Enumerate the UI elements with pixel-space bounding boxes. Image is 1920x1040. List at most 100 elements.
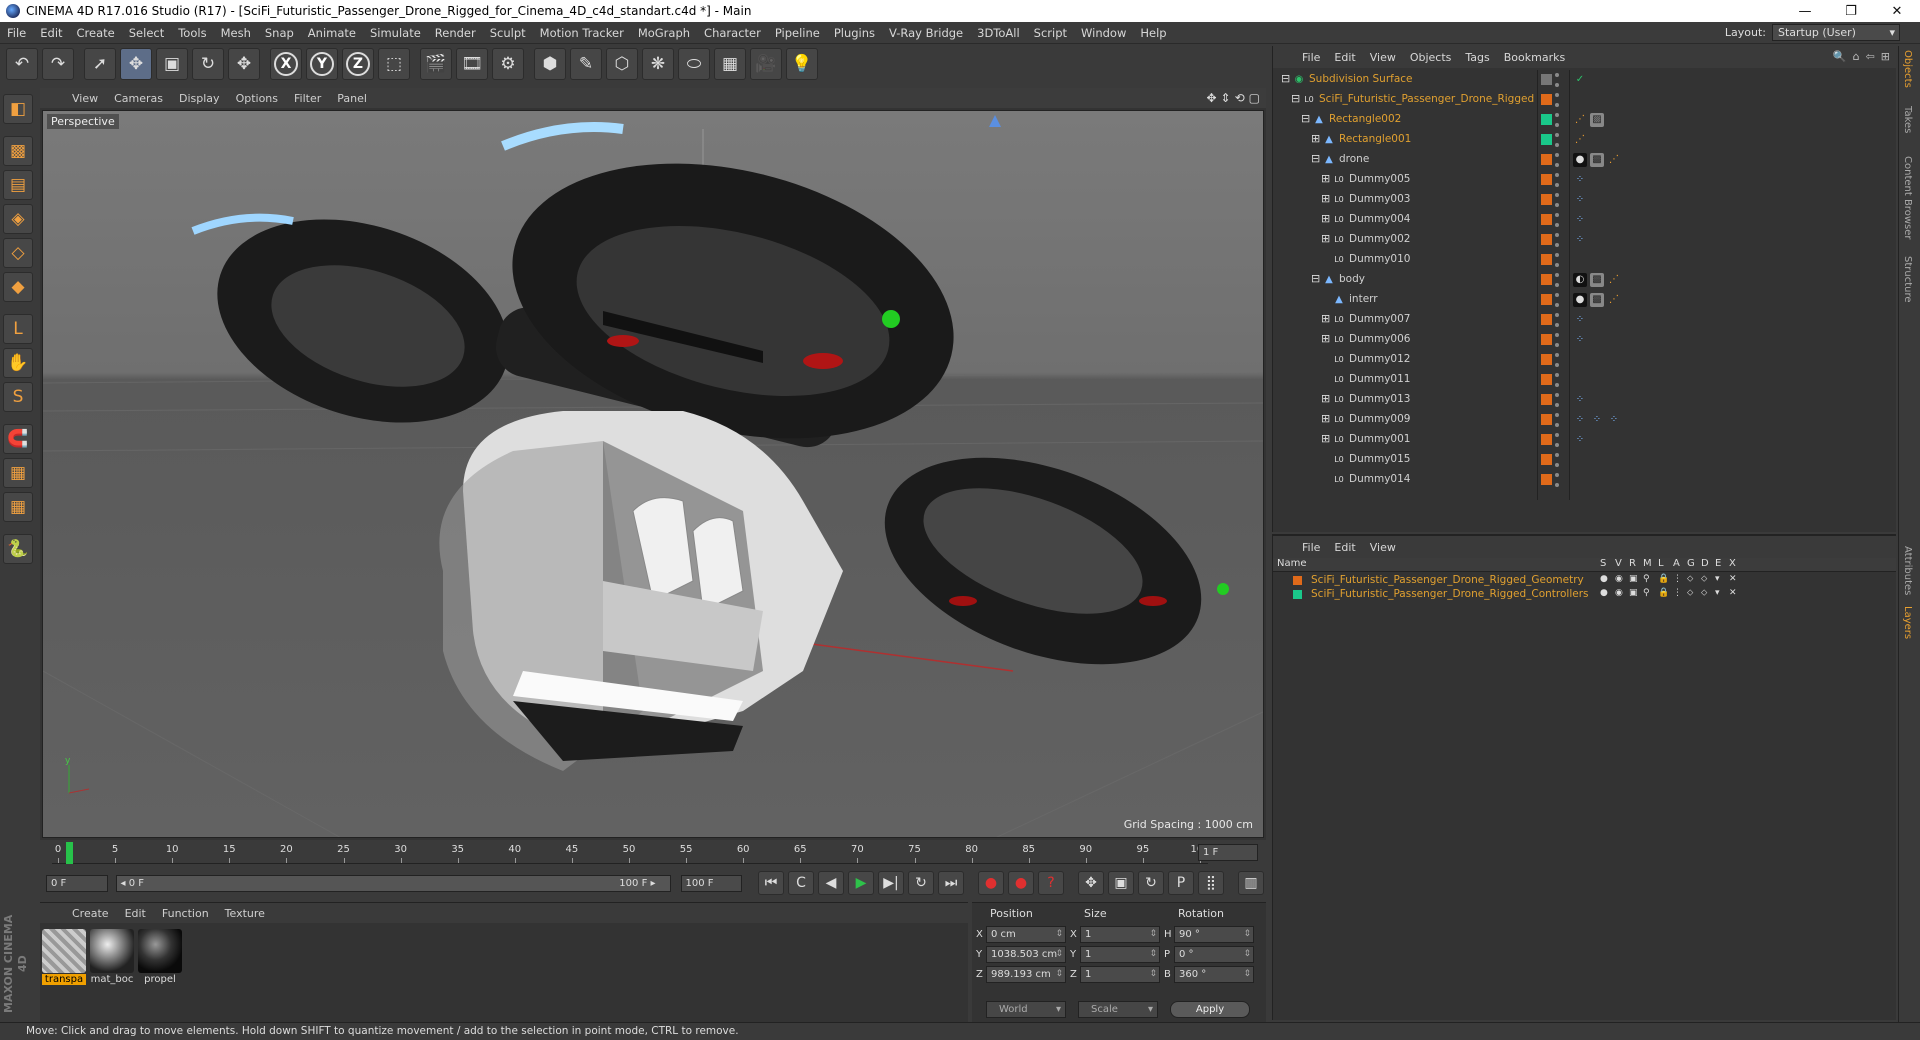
layer-color-swatch[interactable] xyxy=(1541,414,1552,425)
layer-color-swatch[interactable] xyxy=(1293,590,1302,599)
layer-column-d[interactable]: D xyxy=(1701,558,1709,569)
camera-icon[interactable]: 🎥 xyxy=(750,48,782,80)
constraint-tag-icon[interactable]: ⁘ xyxy=(1590,413,1604,427)
expand-toggle-icon[interactable]: ⊟ xyxy=(1311,153,1320,164)
minimize-button[interactable]: — xyxy=(1782,0,1828,22)
object-menu-tags[interactable]: Tags xyxy=(1458,51,1496,64)
uvw-tag-icon[interactable]: ▩ xyxy=(1590,293,1604,307)
object-row-dummy011[interactable]: L0 Dummy011 xyxy=(1273,370,1897,390)
position-y-field[interactable]: 1038.503 cm xyxy=(986,945,1066,963)
start-frame-field[interactable]: 0 F xyxy=(46,874,108,892)
coord-mode-select[interactable]: World xyxy=(986,1001,1066,1018)
texture-tag-icon[interactable]: ⋰ xyxy=(1607,293,1621,307)
object-row-interr[interactable]: ▲ interr ● ▩ ⋰ xyxy=(1273,290,1897,310)
expressions-icon[interactable]: ▾ xyxy=(1715,574,1720,584)
material-transpa[interactable]: transpa xyxy=(42,929,86,985)
object-row-scifi-futuristic-passenger-drone-rigged[interactable]: ⊟ L0 SciFi_Futuristic_Passenger_Drone_Rigg… xyxy=(1273,90,1897,110)
object-row-dummy004[interactable]: ⊞ L0 Dummy004 ⁘ xyxy=(1273,210,1897,230)
object-row-dummy012[interactable]: L0 Dummy012 xyxy=(1273,350,1897,370)
expand-toggle-icon[interactable]: ⊞ xyxy=(1321,233,1330,244)
layer-color-swatch[interactable] xyxy=(1541,174,1552,185)
workplane-icon[interactable]: ▤ xyxy=(3,170,33,200)
size-mode-select[interactable]: Scale xyxy=(1078,1001,1158,1018)
menu-motion-tracker[interactable]: Motion Tracker xyxy=(533,26,631,40)
constraint-tag-icon[interactable]: ⁘ xyxy=(1573,213,1587,227)
play-backward-icon[interactable]: ◀ xyxy=(818,871,845,895)
cube-icon[interactable]: ⬢ xyxy=(534,48,566,80)
material-tag-icon[interactable]: ● xyxy=(1573,293,1587,307)
object-name[interactable]: Dummy004 xyxy=(1349,213,1410,225)
xref-icon[interactable]: ✕ xyxy=(1729,588,1737,598)
visibility-toggle-icon[interactable] xyxy=(1555,393,1561,407)
move-icon[interactable]: ✥ xyxy=(120,48,152,80)
render-picture-queue-icon[interactable]: 🎞 xyxy=(456,48,488,80)
current-frame-field[interactable]: 1 F xyxy=(1198,844,1258,861)
maximize-view-icon[interactable]: ▢ xyxy=(1249,91,1260,105)
visibility-toggle-icon[interactable] xyxy=(1555,233,1561,247)
solo-icon[interactable]: ● xyxy=(1600,574,1608,584)
object-name[interactable]: Dummy015 xyxy=(1349,453,1410,465)
layer-name[interactable]: SciFi_Futuristic_Passenger_Drone_Rigged_… xyxy=(1311,588,1589,600)
render-icon[interactable]: ▣ xyxy=(1629,588,1638,598)
object-menu-file[interactable]: File xyxy=(1295,51,1327,64)
layer-color-swatch[interactable] xyxy=(1541,134,1552,145)
layer-color-swatch[interactable] xyxy=(1541,374,1552,385)
render-icon[interactable]: ▣ xyxy=(1629,574,1638,584)
x-axis-icon[interactable]: X xyxy=(270,48,302,80)
layer-color-swatch[interactable] xyxy=(1541,214,1552,225)
generators-icon[interactable]: ⬦ xyxy=(1687,588,1693,598)
object-row-dummy005[interactable]: ⊞ L0 Dummy005 ⁘ xyxy=(1273,170,1897,190)
layer-menu-view[interactable]: View xyxy=(1363,541,1403,554)
menu-mesh[interactable]: Mesh xyxy=(214,26,258,40)
texture-mode-icon[interactable]: ▩ xyxy=(3,136,33,166)
visibility-toggle-icon[interactable] xyxy=(1555,193,1561,207)
viewport-menu-cameras[interactable]: Cameras xyxy=(106,92,171,105)
material-menu-edit[interactable]: Edit xyxy=(117,907,154,920)
layer-color-swatch[interactable] xyxy=(1541,254,1552,265)
viewport-menu-view[interactable]: View xyxy=(64,92,106,105)
menu-sculpt[interactable]: Sculpt xyxy=(483,26,533,40)
parameter-key-icon[interactable]: P xyxy=(1168,871,1195,895)
layer-color-swatch[interactable] xyxy=(1541,74,1552,85)
material-mat-boc[interactable]: mat_boc xyxy=(90,929,134,985)
menu-plugins[interactable]: Plugins xyxy=(827,26,882,40)
timeline[interactable]: 0510152025303540455055606570758085909510… xyxy=(40,842,1266,864)
scale-icon[interactable]: ▣ xyxy=(156,48,188,80)
object-row-body[interactable]: ⊟ ▲ body ◐ ▩ ⋰ xyxy=(1273,270,1897,290)
size-z-field[interactable]: 1 xyxy=(1080,965,1160,983)
menu-tools[interactable]: Tools xyxy=(171,26,213,40)
layer-column-m[interactable]: M xyxy=(1643,558,1652,569)
layer-color-swatch[interactable] xyxy=(1541,234,1552,245)
object-row-dummy003[interactable]: ⊞ L0 Dummy003 ⁘ xyxy=(1273,190,1897,210)
keyframe-selection-icon[interactable]: ? xyxy=(1038,871,1065,895)
coord-system-icon[interactable]: ⬚ xyxy=(378,48,410,80)
animation-icon[interactable]: ⋮ xyxy=(1673,574,1682,584)
view-icon[interactable]: ◉ xyxy=(1615,588,1623,598)
side-tab-takes[interactable]: Takes xyxy=(1902,106,1913,133)
layer-color-swatch[interactable] xyxy=(1541,314,1552,325)
visibility-toggle-icon[interactable] xyxy=(1555,153,1561,167)
menu-pipeline[interactable]: Pipeline xyxy=(768,26,827,40)
menu-window[interactable]: Window xyxy=(1074,26,1133,40)
uvw-tag-icon[interactable]: ▨ xyxy=(1590,113,1604,127)
layer-menu-edit[interactable]: Edit xyxy=(1327,541,1362,554)
expand-toggle-icon[interactable]: ⊞ xyxy=(1321,393,1330,404)
layer-name[interactable]: SciFi_Futuristic_Passenger_Drone_Rigged_… xyxy=(1311,574,1584,586)
position-x-field[interactable]: 0 cm xyxy=(986,925,1066,943)
object-row-subdivision-surface[interactable]: ⊟ ◉ Subdivision Surface ✓ xyxy=(1273,70,1897,90)
object-name[interactable]: Subdivision Surface xyxy=(1309,73,1413,85)
magnet-icon[interactable]: 🧲 xyxy=(3,424,33,454)
solo-icon[interactable]: ● xyxy=(1600,588,1608,598)
side-tab-content-browser[interactable]: Content Browser xyxy=(1902,156,1913,239)
expand-toggle-icon[interactable]: ⊟ xyxy=(1311,273,1320,284)
constraint-tag-icon[interactable]: ⁘ xyxy=(1573,233,1587,247)
floor-icon[interactable]: ▦ xyxy=(714,48,746,80)
expand-toggle-icon[interactable]: ⊞ xyxy=(1321,213,1330,224)
size-y-field[interactable]: 1 xyxy=(1080,945,1160,963)
edges-mode-icon[interactable]: ◇ xyxy=(3,238,33,268)
light-icon[interactable]: 💡 xyxy=(786,48,818,80)
object-name[interactable]: Dummy007 xyxy=(1349,313,1410,325)
layer-color-swatch[interactable] xyxy=(1541,154,1552,165)
object-name[interactable]: Dummy010 xyxy=(1349,253,1410,265)
python-icon[interactable]: 🐍 xyxy=(3,534,33,564)
